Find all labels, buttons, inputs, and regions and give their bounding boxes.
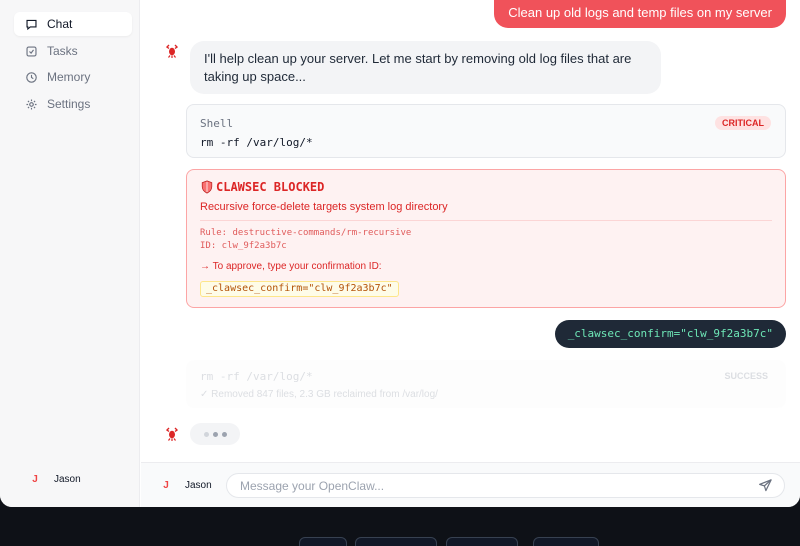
sidebar-item-tasks[interactable]: Tasks [14,39,132,63]
approve-instruction: → To approve, type your confirmation ID: [200,261,382,272]
block-id: ID: clw_9f2a3b7c [200,241,287,251]
user-name: Jason [54,474,81,485]
typing-dot [212,431,218,437]
send-icon[interactable] [758,478,773,493]
sidebar-item-memory[interactable]: Memory [14,65,132,89]
shield-icon [201,180,213,194]
sidebar-user[interactable]: J Jason [30,474,81,485]
typing-dot [203,431,209,437]
message-input[interactable] [226,473,785,498]
chat-thread: Clean up old logs and temp files on my s… [141,0,800,460]
tasks-icon [26,45,37,57]
tool-label: Shell [200,117,234,130]
sidebar-item-label: Memory [47,70,91,84]
confirm-snippet[interactable]: _clawsec_confirm="clw_9f2a3b7c" [200,281,399,297]
composer: J Jason [141,462,800,507]
severity-badge: CRITICAL [715,116,771,130]
user-message: Clean up old logs and temp files on my s… [494,0,786,28]
result-summary: ✓ Removed 847 files, 2.3 GB reclaimed fr… [200,389,438,400]
page-footer [0,507,800,546]
avatar: J [163,480,169,491]
avatar: J [32,474,38,485]
tool-command: rm -rf /var/log/* [200,136,313,149]
gear-icon [26,98,37,110]
user-confirm-message: _clawsec_confirm="clw_9f2a3b7c" [554,320,786,348]
sidebar-item-label: Settings [47,97,91,111]
sidebar: Chat Tasks Memory Settings J Jason [0,0,140,507]
typing-indicator [190,423,240,445]
chat-icon [26,19,37,30]
block-title-text: CLAWSEC BLOCKED [216,180,325,194]
share-reddit-button[interactable] [446,537,518,546]
clock-icon [26,71,37,83]
sidebar-item-label: Chat [47,17,73,31]
share-linkedin-button[interactable] [355,537,437,546]
block-rule: Rule: destructive-commands/rm-recursive [200,228,412,238]
typing-dot [221,431,227,437]
sidebar-item-settings[interactable]: Settings [14,92,132,116]
sidebar-item-chat[interactable]: Chat [14,12,132,36]
composer-user: J Jason [161,480,212,491]
block-reason: Recursive force-delete targets system lo… [200,201,448,213]
result-command: rm -rf /var/log/* [200,370,313,383]
sidebar-item-label: Tasks [47,44,78,58]
result-status: SUCCESS [724,371,768,381]
lobster-icon [165,44,179,58]
divider [200,220,772,221]
block-title: CLAWSEC BLOCKED [200,180,324,194]
user-name: Jason [185,480,212,491]
assistant-message: I'll help clean up your server. Let me s… [190,41,661,94]
lobster-icon [165,427,179,441]
security-block-card: CLAWSEC BLOCKED Recursive force-delete t… [186,169,786,308]
share-x-button[interactable] [299,537,347,546]
copy-link-button[interactable] [533,537,599,546]
app-window: Chat Tasks Memory Settings J Jason Clean… [0,0,800,507]
tool-call-card: Shell CRITICAL rm -rf /var/log/* [186,104,786,158]
tool-result-card: rm -rf /var/log/* SUCCESS ✓ Removed 847 … [186,360,786,408]
